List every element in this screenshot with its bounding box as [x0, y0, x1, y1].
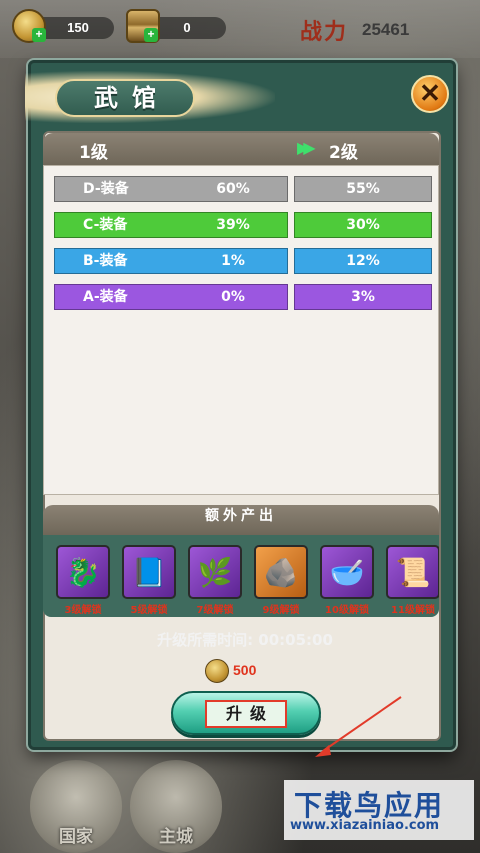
herb-icon: 🌿	[188, 545, 242, 599]
unlock-label: 7级解锁	[196, 605, 234, 616]
grade-label: C-装备	[83, 217, 128, 233]
upgrade-cost: 500	[31, 659, 459, 685]
double-arrow-icon: ▶▶	[297, 138, 315, 157]
close-button[interactable]: ✕	[411, 75, 449, 113]
rate-current-cell: A-装备 0%	[54, 284, 288, 310]
current-level: 1级	[79, 143, 108, 163]
grade-label: A-装备	[83, 289, 128, 305]
extra-output-header: 额外产出	[43, 505, 439, 535]
next-rate: 12%	[294, 248, 432, 274]
add-gold-button[interactable]: +	[32, 28, 46, 42]
extra-item[interactable]: 🪨 9级解锁	[253, 545, 309, 616]
close-x-icon: ✕	[419, 78, 441, 108]
gold-coin-icon	[205, 659, 229, 683]
nav-city-button[interactable]: 主城	[130, 760, 222, 853]
power-label: 战力	[300, 19, 349, 45]
stone-icon: 🪨	[254, 545, 308, 599]
power-value: 25461	[362, 20, 410, 39]
extra-item[interactable]: 🌿 7级解锁	[187, 545, 243, 616]
watermark: 下载鸟应用 www.xiazainiao.com	[284, 780, 474, 840]
next-level: 2级	[329, 143, 358, 163]
extra-output-list[interactable]: 🐉 3级解锁 📘 5级解锁 🌿 7级解锁 🪨 9级解锁 🥣 10级解锁 📜 11…	[43, 535, 439, 617]
nav-country-button[interactable]: 国家	[30, 760, 122, 853]
grade-label: B-装备	[83, 253, 128, 269]
rate-row-a: A-装备 0% 3%	[54, 284, 432, 310]
jade-beast-icon: 🐉	[56, 545, 110, 599]
unlock-label: 10级解锁	[325, 605, 369, 616]
unlock-label: 9级解锁	[262, 605, 300, 616]
next-rate: 30%	[294, 212, 432, 238]
time-value: 00:05:00	[258, 631, 333, 649]
unlock-label: 11级解锁	[391, 605, 435, 616]
upgrade-button[interactable]: 升级	[171, 691, 321, 735]
rate-current-cell: D-装备 60%	[54, 176, 288, 202]
grade-label: D-装备	[83, 181, 129, 197]
dialog-title: 武馆	[94, 83, 170, 112]
rate-row-c: C-装备 39% 30%	[54, 212, 432, 238]
next-rate: 3%	[294, 284, 432, 310]
nav-country-label: 国家	[59, 827, 93, 847]
cost-value: 500	[233, 662, 257, 678]
unlock-label: 3级解锁	[64, 605, 102, 616]
scroll-icon: 📜	[386, 545, 439, 599]
upgrade-time: 升级所需时间: 00:05:00	[31, 629, 459, 650]
annotation-arrow-icon	[315, 696, 402, 757]
nav-city-label: 主城	[159, 827, 193, 847]
time-label: 升级所需时间:	[157, 631, 254, 649]
rate-row-b: B-装备 1% 12%	[54, 248, 432, 274]
watermark-url: www.xiazainiao.com	[290, 818, 440, 833]
rate-current-cell: C-装备 39%	[54, 212, 288, 238]
next-rate: 55%	[294, 176, 432, 202]
current-rate: 60%	[216, 181, 250, 197]
current-rate: 0%	[221, 289, 245, 305]
add-token-button[interactable]: +	[144, 28, 158, 42]
current-rate: 39%	[216, 217, 250, 233]
level-header: 1级 ▶▶ 2级	[43, 133, 439, 165]
rate-row-d: D-装备 60% 55%	[54, 176, 432, 202]
drop-rate-table: D-装备 60% 55% C-装备 39% 30% B-装备 1% 12% A-…	[43, 165, 439, 495]
rate-current-cell: B-装备 1%	[54, 248, 288, 274]
upgrade-label: 升级	[205, 700, 287, 728]
extra-item[interactable]: 🐉 3级解锁	[55, 545, 111, 616]
book-icon: 📘	[122, 545, 176, 599]
unlock-label: 5级解锁	[130, 605, 168, 616]
extra-item[interactable]: 🥣 10级解锁	[319, 545, 375, 616]
bowl-icon: 🥣	[320, 545, 374, 599]
martial-hall-dialog: 武馆 ✕ 1级 ▶▶ 2级 D-装备 60% 55% C-装备 39% 30% …	[25, 60, 459, 757]
extra-item[interactable]: 📘 5级解锁	[121, 545, 177, 616]
extra-item[interactable]: 📜 11级解锁	[385, 545, 439, 616]
resource-bar: 150 + 0 + 战力 25461	[0, 0, 480, 58]
title-banner: 武馆	[25, 71, 275, 123]
current-rate: 1%	[221, 253, 245, 269]
